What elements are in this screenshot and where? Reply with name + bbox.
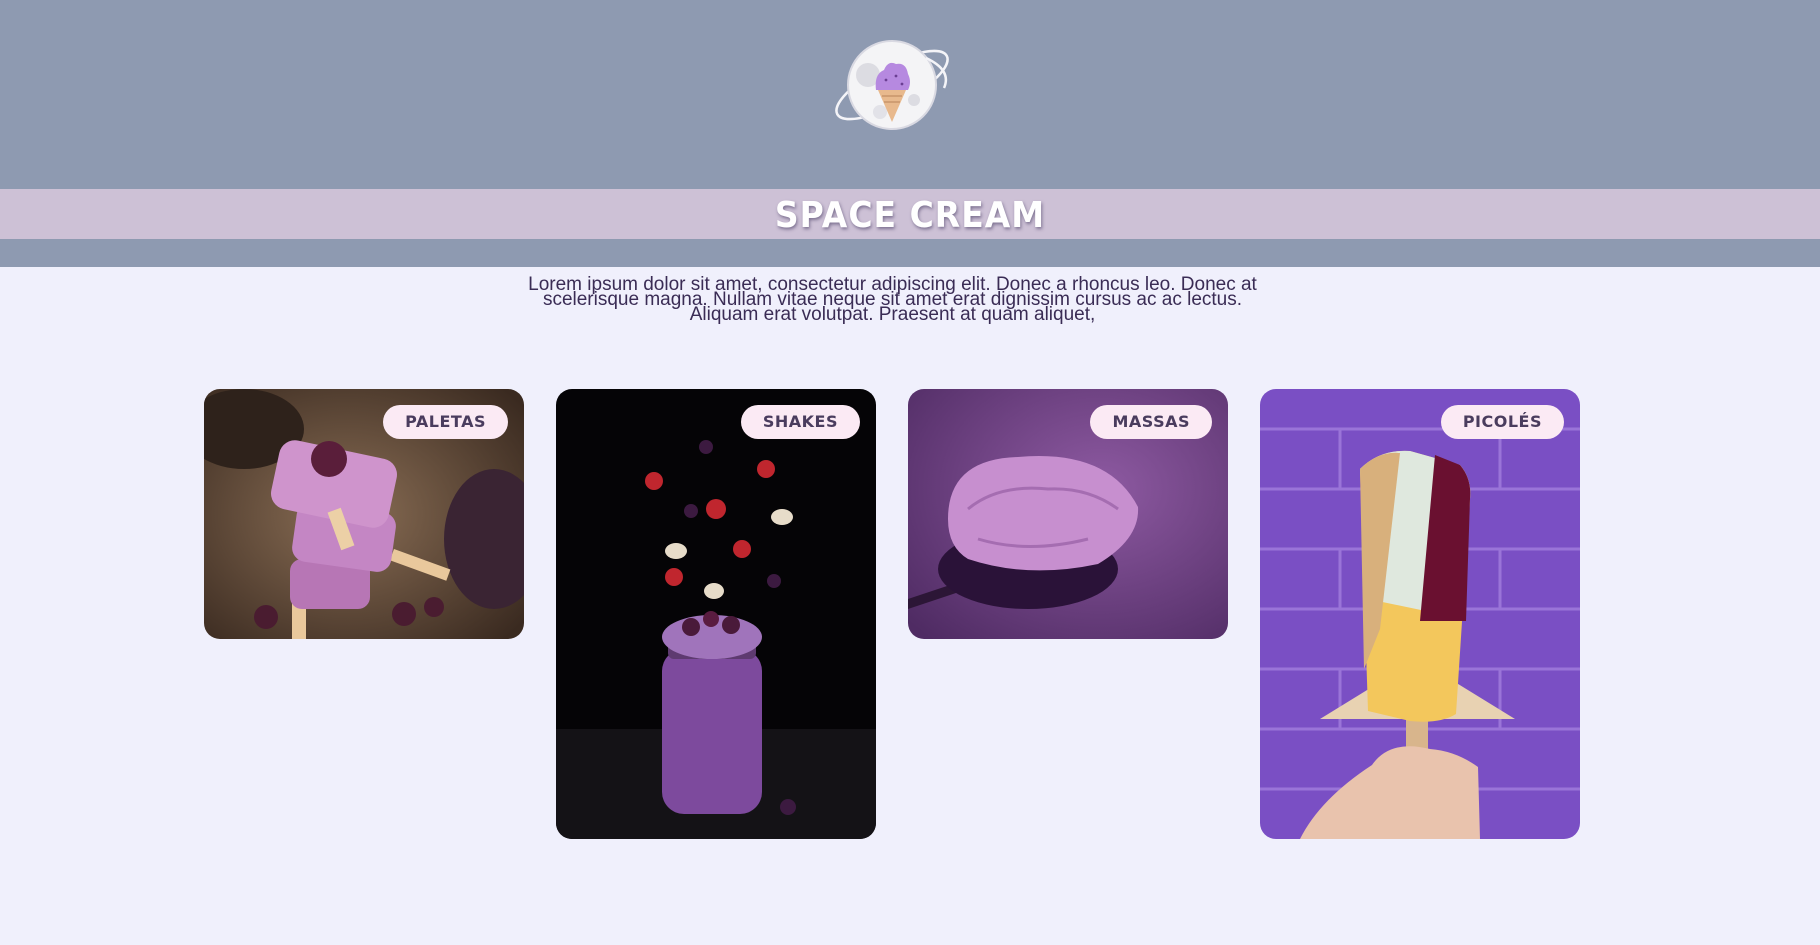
site-title: SPACE CREAM	[774, 192, 1046, 236]
intro-text: Lorem ipsum dolor sit amet, consectetur …	[528, 274, 1257, 325]
category-card-picoles[interactable]: PICOLÉS	[1260, 389, 1580, 839]
category-label: SHAKES	[740, 405, 860, 439]
category-label: MASSAS	[1090, 405, 1212, 439]
ice-cream-planet-icon[interactable]	[826, 30, 958, 140]
picoles-photo	[1260, 389, 1580, 839]
category-card-shakes[interactable]: SHAKES	[556, 389, 876, 839]
category-label: PALETAS	[383, 405, 508, 439]
category-card-massas[interactable]: MASSAS	[908, 389, 1228, 639]
title-band: SPACE CREAM	[0, 189, 1820, 239]
category-card-paletas[interactable]: PALETAS	[204, 389, 524, 639]
category-label: PICOLÉS	[1440, 405, 1564, 439]
shakes-photo	[556, 389, 876, 839]
